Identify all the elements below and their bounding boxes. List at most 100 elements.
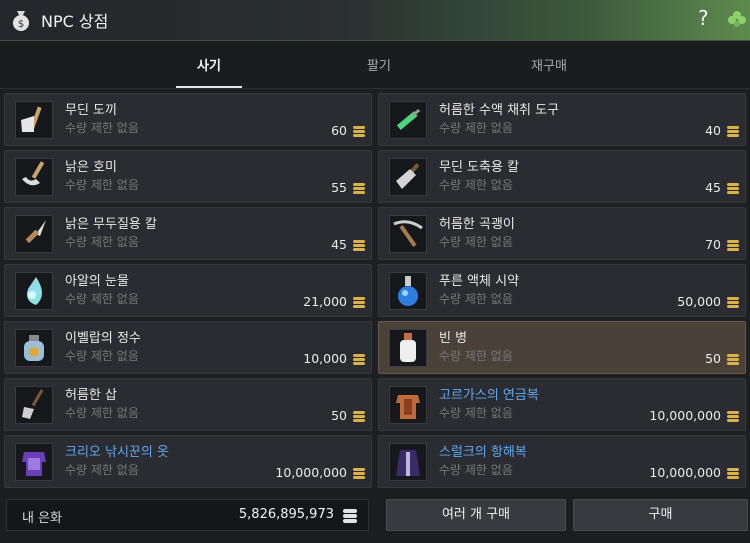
list-item[interactable]: 크리오 낚시꾼의 옷 수량 제한 없음 10,000,000 [4,435,372,488]
silver-coin-icon [343,509,357,523]
silver-coin-icon [353,354,365,365]
item-limit: 수량 제한 없음 [439,178,513,192]
item-limit: 수량 제한 없음 [439,463,513,477]
list-item[interactable]: 허름한 곡괭이 수량 제한 없음 70 [378,207,746,260]
list-item[interactable]: 허름한 수액 채취 도구 수량 제한 없음 40 [378,93,746,146]
jar-icon [24,335,44,361]
item-limit: 수량 제한 없음 [65,178,139,192]
tab-rebuy[interactable]: 재구매 [504,55,594,74]
tab-buy[interactable]: 사기 [164,55,254,74]
item-name: 무딘 도축용 칼 [439,160,520,175]
silver-balance: 내 은화 5,826,895,973 [6,499,369,531]
item-limit: 수량 제한 없음 [65,463,139,477]
item-name: 크리오 낚시꾼의 옷 [65,445,169,460]
item-thumb [15,215,53,253]
item-thumb [389,215,427,253]
silver-coin-icon [727,297,739,308]
silver-coin-icon [353,297,365,308]
item-name: 아알의 눈물 [65,274,129,289]
list-item[interactable]: 푸른 액체 시약 수량 제한 없음 50,000 [378,264,746,317]
silver-coin-icon [727,468,739,479]
clover-icon[interactable] [727,10,747,30]
list-item[interactable]: 이벨랍의 정수 수량 제한 없음 10,000 [4,321,372,374]
item-limit: 수량 제한 없음 [65,349,139,363]
silver-coin-icon [727,183,739,194]
item-name: 허름한 삽 [65,388,117,403]
item-name: 푸른 액체 시약 [439,274,520,289]
item-limit: 수량 제한 없음 [65,121,139,135]
buy-multiple-button[interactable]: 여러 개 구매 [386,499,566,531]
item-limit: 수량 제한 없음 [65,235,139,249]
item-price: 50,000 [677,294,721,309]
item-limit: 수량 제한 없음 [439,406,513,420]
silver-coin-icon [727,126,739,137]
silver-coin-icon [353,183,365,194]
item-price: 50 [705,351,721,366]
item-price: 10,000,000 [649,465,721,480]
item-name: 고르가스의 연금복 [439,388,539,403]
silver-coin-icon [353,126,365,137]
silver-coin-icon [727,354,739,365]
buy-button[interactable]: 구매 [573,499,748,531]
list-item[interactable]: 무딘 도끼 수량 제한 없음 60 [4,93,372,146]
pickaxe-icon [393,220,423,247]
list-item[interactable]: 무딘 도축용 칼 수량 제한 없음 45 [378,150,746,203]
item-name: 이벨랍의 정수 [65,331,141,346]
bottle-icon [400,333,416,362]
tab-sell[interactable]: 팔기 [334,55,424,74]
item-thumb [15,272,53,310]
list-item[interactable]: 스럴크의 항해복 수량 제한 없음 10,000,000 [378,435,746,488]
item-thumb [15,158,53,196]
item-thumb [389,386,427,424]
item-price: 45 [705,180,721,195]
item-price: 70 [705,237,721,252]
teardrop-icon [27,277,42,305]
silver-value: 5,826,895,973 [238,507,334,522]
item-name: 스럴크의 항해복 [439,445,527,460]
item-name: 허름한 곡괭이 [439,217,515,232]
item-price: 45 [331,237,347,252]
svg-text:$: $ [18,19,24,30]
axe-icon [21,106,42,132]
item-limit: 수량 제한 없음 [65,406,139,420]
hoe-icon [22,161,45,186]
item-name: 낡은 무두질용 칼 [65,217,157,232]
list-item[interactable]: 고르가스의 연금복 수량 제한 없음 10,000,000 [378,378,746,431]
item-thumb [389,443,427,481]
shovel-icon [22,389,44,419]
item-thumb [389,101,427,139]
tab-bar: 사기 팔기 재구매 [0,41,750,88]
money-bag-icon: $ [13,11,29,31]
item-price: 10,000,000 [275,465,347,480]
list-item[interactable]: 낡은 무두질용 칼 수량 제한 없음 45 [4,207,372,260]
silver-coin-icon [727,240,739,251]
tab-divider [0,88,750,89]
item-price: 21,000 [303,294,347,309]
list-item[interactable]: 허름한 삽 수량 제한 없음 50 [4,378,372,431]
item-name: 빈 병 [439,331,468,346]
item-price: 55 [331,180,347,195]
robe-icon [396,450,420,476]
item-price: 10,000 [303,351,347,366]
silver-coin-icon [727,411,739,422]
help-icon[interactable]: ? [698,6,709,30]
silver-label: 내 은화 [22,511,63,526]
item-price: 50 [331,408,347,423]
item-limit: 수량 제한 없음 [439,121,513,135]
item-name: 낡은 호미 [65,160,117,175]
item-limit: 수량 제한 없음 [439,349,513,363]
item-thumb [389,158,427,196]
item-limit: 수량 제한 없음 [65,292,139,306]
item-thumb [389,329,427,367]
item-name: 무딘 도끼 [65,103,117,118]
list-item[interactable]: 낡은 호미 수량 제한 없음 55 [4,150,372,203]
list-item[interactable]: 아알의 눈물 수량 제한 없음 21,000 [4,264,372,317]
list-item-selected[interactable]: 빈 병 수량 제한 없음 50 [378,321,746,374]
knife-icon [25,220,46,244]
item-name: 허름한 수액 채취 도구 [439,103,560,118]
item-price: 40 [705,123,721,138]
item-limit: 수량 제한 없음 [439,235,513,249]
item-thumb [15,386,53,424]
flask-icon [398,276,418,306]
silver-coin-icon [353,240,365,251]
